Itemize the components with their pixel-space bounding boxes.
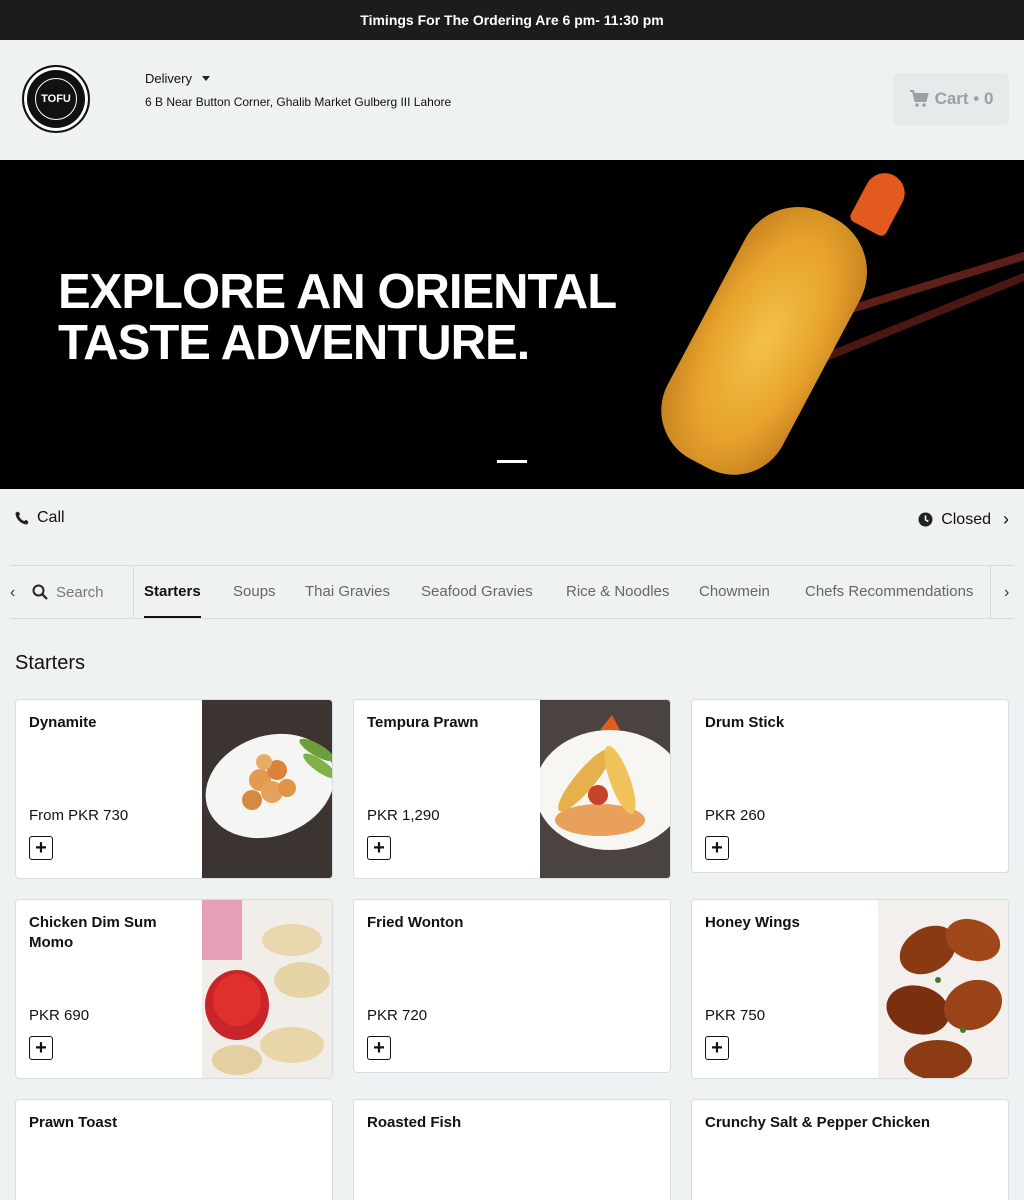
hero-title: EXPLORE AN ORIENTAL TASTE ADVENTURE.	[58, 265, 617, 370]
clock-icon	[918, 512, 933, 527]
carousel-indicator[interactable]	[497, 460, 527, 463]
item-price: From PKR 730	[29, 807, 129, 824]
prawn-tail-image	[848, 166, 912, 238]
cart-icon	[909, 90, 929, 107]
menu-search[interactable]: Search	[32, 566, 134, 618]
item-name: Chicken Dim Sum Momo	[29, 914, 157, 951]
item-name: Roasted Fish	[367, 1114, 462, 1131]
menu-item-card[interactable]: Dynamite From PKR 730 +	[15, 699, 333, 879]
logo-text: TOFU	[35, 78, 77, 120]
item-price: PKR 260	[705, 807, 766, 824]
hero-title-line1: EXPLORE AN ORIENTAL	[58, 265, 617, 319]
delivery-mode-dropdown[interactable]: Delivery	[145, 71, 210, 86]
hero-title-line2: TASTE ADVENTURE.	[58, 316, 530, 370]
ordering-timings-banner: Timings For The Ordering Are 6 pm- 11:30…	[0, 0, 1024, 40]
add-item-button[interactable]: +	[29, 1036, 53, 1060]
wings-photo	[878, 900, 1008, 1078]
item-price: PKR 750	[705, 1007, 766, 1024]
menu-item-card[interactable]: Honey Wings PKR 750 +	[691, 899, 1009, 1079]
add-item-button[interactable]: +	[367, 1036, 391, 1060]
search-icon	[32, 584, 48, 600]
menu-item-card[interactable]: Tempura Prawn PKR 1,290 +	[353, 699, 671, 879]
item-name: Fried Wonton	[367, 914, 464, 931]
timings-text: Timings For The Ordering Are 6 pm- 11:30…	[360, 12, 664, 28]
add-item-button[interactable]: +	[705, 836, 729, 860]
momo-photo	[202, 900, 332, 1078]
add-item-button[interactable]: +	[29, 836, 53, 860]
delivery-mode-label: Delivery	[145, 71, 192, 86]
tab-rice-noodles[interactable]: Rice & Noodles	[566, 566, 669, 618]
category-nav: ‹ Search Starters Soups Thai Gravies Sea…	[10, 565, 1014, 619]
search-placeholder: Search	[56, 583, 104, 601]
item-name: Crunchy Salt & Pepper Chicken	[705, 1114, 931, 1131]
cart-label: Cart • 0	[934, 89, 994, 108]
call-button[interactable]: Call	[15, 509, 65, 527]
item-price: PKR 720	[367, 1007, 428, 1024]
menu-item-card[interactable]: Prawn Toast	[15, 1099, 333, 1200]
cart-button[interactable]: Cart • 0	[893, 73, 1009, 125]
item-name: Dynamite	[29, 714, 97, 731]
nav-divider	[990, 566, 991, 618]
tab-chefs-recommendations[interactable]: Chefs Recommendations	[805, 566, 973, 618]
call-label: Call	[37, 509, 65, 526]
chevron-left-icon[interactable]: ‹	[10, 584, 15, 602]
chevron-right-icon: ›	[1003, 509, 1009, 529]
tab-chowmein[interactable]: Chowmein	[699, 566, 770, 618]
item-name: Drum Stick	[705, 714, 785, 731]
dynamite-photo	[202, 700, 332, 878]
item-price: PKR 690	[29, 1007, 90, 1024]
tab-thai-gravies[interactable]: Thai Gravies	[305, 566, 390, 618]
item-price: PKR 1,290	[367, 807, 440, 824]
chevron-right-icon[interactable]: ›	[1004, 584, 1009, 602]
tab-starters[interactable]: Starters	[144, 566, 201, 618]
add-item-button[interactable]: +	[705, 1036, 729, 1060]
menu-item-card[interactable]: Drum Stick PKR 260 +	[691, 699, 1009, 873]
menu-item-card[interactable]: Roasted Fish	[353, 1099, 671, 1200]
hero-banner[interactable]: EXPLORE AN ORIENTAL TASTE ADVENTURE.	[0, 160, 1024, 489]
caret-down-icon	[201, 76, 210, 81]
delivery-address: 6 B Near Button Corner, Ghalib Market Gu…	[145, 95, 452, 109]
add-item-button[interactable]: +	[367, 836, 391, 860]
phone-icon	[15, 511, 29, 525]
item-name: Tempura Prawn	[367, 714, 479, 731]
opening-status-button[interactable]: Closed ›	[918, 509, 1009, 530]
info-row: Call Closed ›	[0, 489, 1024, 545]
menu-item-card[interactable]: Chicken Dim Sum Momo PKR 690 +	[15, 899, 333, 1079]
tempura-prawn-image	[641, 185, 889, 489]
item-name: Honey Wings	[705, 914, 800, 931]
tempura-photo	[540, 700, 670, 878]
restaurant-logo[interactable]: TOFU	[22, 65, 90, 133]
menu-item-card[interactable]: Crunchy Salt & Pepper Chicken	[691, 1099, 1009, 1200]
menu-item-card[interactable]: Fried Wonton PKR 720 +	[353, 899, 671, 1073]
section-title: Starters	[15, 652, 86, 674]
tab-seafood-gravies[interactable]: Seafood Gravies	[421, 566, 533, 618]
tab-soups[interactable]: Soups	[233, 566, 276, 618]
status-label: Closed	[941, 510, 991, 528]
item-name: Prawn Toast	[29, 1114, 118, 1131]
header: TOFU Delivery 6 B Near Button Corner, Gh…	[0, 40, 1024, 160]
